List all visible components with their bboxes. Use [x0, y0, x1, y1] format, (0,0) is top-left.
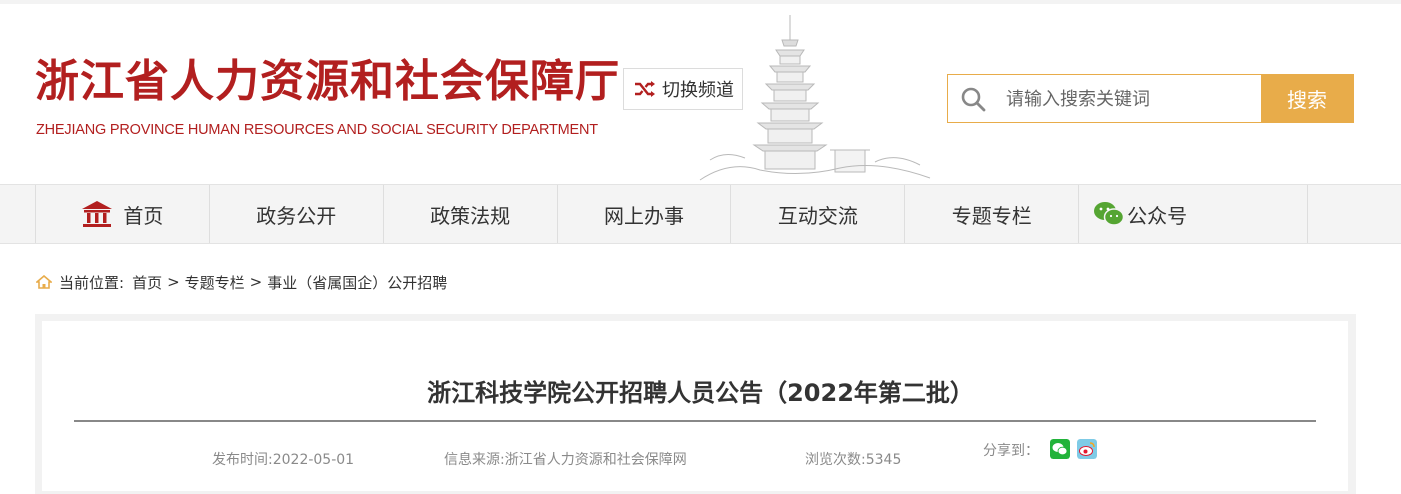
- info-source: 信息来源:浙江省人力资源和社会保障网: [444, 452, 687, 468]
- nav-item-official-account[interactable]: 公众号: [1079, 185, 1308, 243]
- nav-label: 专题专栏: [951, 203, 1032, 228]
- site-title[interactable]: 浙江省人力资源和社会保障厅: [35, 54, 620, 110]
- breadcrumb-prefix: 当前位置:: [59, 273, 125, 292]
- breadcrumb-separator: >: [167, 273, 180, 291]
- share-weibo-icon[interactable]: [1077, 439, 1097, 459]
- share-label: 分享到：: [983, 443, 1039, 459]
- site-subtitle: ZHEJIANG PROVINCE HUMAN RESOURCES AND SO…: [36, 122, 598, 138]
- breadcrumb: 当前位置: 首页 > 专题专栏 > 事业（省属国企）公开招聘: [36, 272, 447, 292]
- publish-time: 发布时间:2022-05-01: [212, 452, 355, 468]
- breadcrumb-link-recruitment[interactable]: 事业（省属国企）公开招聘: [267, 272, 447, 293]
- nav-label-official-account: 公众号: [1127, 203, 1188, 228]
- nav-item-government-affairs[interactable]: 政务公开: [210, 185, 384, 243]
- breadcrumb-link-home[interactable]: 首页: [132, 272, 162, 293]
- pagoda-illustration: [699, 15, 931, 181]
- nav-label: 政策法规: [430, 203, 511, 228]
- shuffle-icon: [635, 81, 655, 97]
- breadcrumb-link-special-topics[interactable]: 专题专栏: [185, 272, 245, 293]
- search-icon: [961, 87, 986, 112]
- search-input[interactable]: [1006, 83, 1256, 115]
- title-divider: [74, 420, 1316, 422]
- article-title: 浙江科技学院公开招聘人员公告（2022年第二批）: [427, 379, 974, 407]
- nav-item-special-topics[interactable]: 专题专栏: [905, 185, 1080, 243]
- search-button[interactable]: 搜索: [1261, 74, 1353, 123]
- main-nav: 首页 政务公开 政策法规 网上办事 互动交流 专题专栏 公众号: [0, 184, 1401, 244]
- nav-label: 政务公开: [256, 203, 337, 228]
- nav-item-interaction[interactable]: 互动交流: [731, 185, 906, 243]
- nav-label-home: 首页: [123, 203, 164, 228]
- nav-item-home[interactable]: 首页: [36, 185, 210, 243]
- nav-item-policies[interactable]: 政策法规: [384, 185, 558, 243]
- breadcrumb-separator: >: [249, 273, 263, 291]
- view-count: 浏览次数:5345: [805, 452, 902, 468]
- home-icon: [36, 275, 52, 289]
- share-wechat-icon[interactable]: [1050, 439, 1070, 459]
- wechat-icon: [1094, 202, 1125, 226]
- home-temple-icon: [82, 201, 113, 227]
- search-box: 搜索: [947, 74, 1354, 123]
- nav-label: 互动交流: [777, 203, 858, 228]
- site-header: 浙江省人力资源和社会保障厅 ZHEJIANG PROVINCE HUMAN RE…: [0, 4, 1401, 184]
- nav-label: 网上办事: [604, 203, 684, 228]
- nav-item-online-services[interactable]: 网上办事: [558, 185, 732, 243]
